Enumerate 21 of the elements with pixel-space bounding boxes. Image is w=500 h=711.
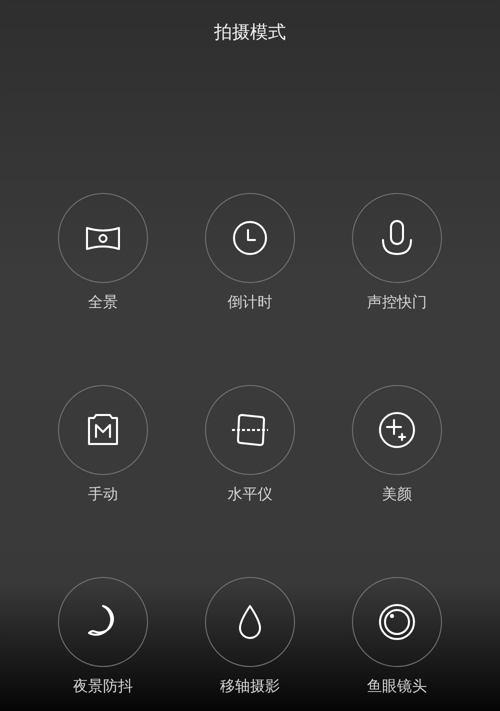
mode-button[interactable] [352,193,442,283]
mode-label: 夜景防抖 [73,676,133,696]
mode-button[interactable] [205,193,295,283]
sparkle-icon [377,410,417,450]
mode-button[interactable] [58,577,148,667]
mode-label: 鱼眼镜头 [367,676,427,696]
mode-label: 全景 [88,292,118,312]
mode-label: 美颜 [382,484,412,504]
mode-button[interactable] [352,385,442,475]
mode-label: 移轴摄影 [220,676,280,696]
mode-button[interactable] [58,385,148,475]
mode-label: 倒计时 [228,292,272,312]
clock-icon [230,218,270,258]
mode-button[interactable] [205,385,295,475]
mode-label: 水平仪 [228,484,272,504]
mode-button[interactable] [58,193,148,283]
fisheye-lens-icon [377,602,417,642]
screen-title: 拍摄模式 [214,21,286,45]
mode-label: 手动 [88,484,118,504]
mode-button[interactable] [352,577,442,667]
mode-label: 声控快门 [367,292,427,312]
